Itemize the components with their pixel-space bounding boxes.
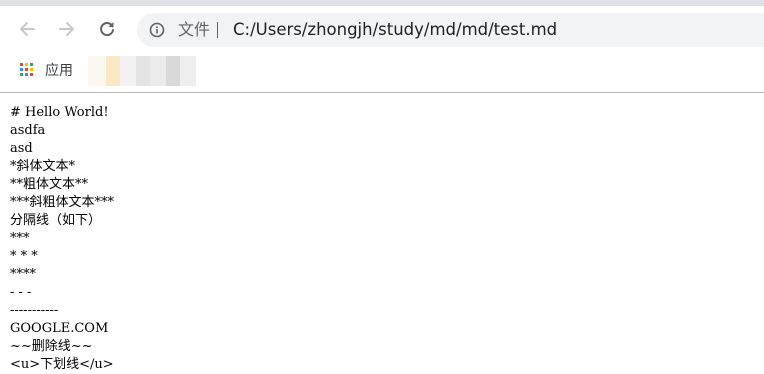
apps-button[interactable]: 应用: [14, 59, 73, 81]
toolbar-divider: [0, 92, 764, 93]
arrow-left-icon: [20, 22, 35, 36]
reload-icon: [100, 22, 114, 37]
document-body: # Hello World! asdfa asd *斜体文本* **粗体文本**…: [10, 104, 750, 374]
text-line: GOOGLE.COM: [10, 321, 109, 336]
forward-button[interactable]: [54, 16, 80, 42]
text-line: - - -: [10, 285, 32, 300]
omnibox-separator: [217, 22, 218, 38]
url-text[interactable]: C:/Users/zhongjh/study/md/md/test.md: [233, 19, 557, 41]
back-button[interactable]: [14, 16, 40, 42]
apps-grid-icon: [20, 63, 34, 77]
text-line: -----------: [10, 303, 59, 318]
bookmarks-bar: 应用: [0, 52, 764, 90]
arrow-right-icon: [59, 22, 74, 36]
info-icon[interactable]: [149, 22, 165, 38]
text-line: ****: [10, 267, 36, 282]
text-line: **粗体文本**: [10, 177, 89, 192]
text-line: asd: [10, 141, 33, 156]
text-line: *斜体文本*: [10, 159, 76, 174]
address-bar[interactable]: 文件 C:/Users/zhongjh/study/md/md/test.md: [137, 13, 764, 47]
text-line: ~~删除线~~: [10, 339, 93, 354]
text-line: * * *: [10, 249, 38, 264]
text-line: asdfa: [10, 123, 46, 138]
text-line: 分隔线（如下）: [10, 213, 102, 228]
text-line: ***: [10, 231, 30, 246]
reload-button[interactable]: [94, 16, 120, 42]
text-line: # Hello World!: [10, 105, 109, 120]
apps-label: 应用: [45, 63, 73, 79]
text-line: ***斜粗体文本***: [10, 195, 115, 210]
browser-toolbar: 文件 C:/Users/zhongjh/study/md/md/test.md: [0, 6, 764, 52]
bookmark-item[interactable]: [88, 56, 196, 86]
url-scheme-label: 文件: [178, 20, 211, 39]
text-line: <u>下划线</u>: [10, 357, 114, 372]
